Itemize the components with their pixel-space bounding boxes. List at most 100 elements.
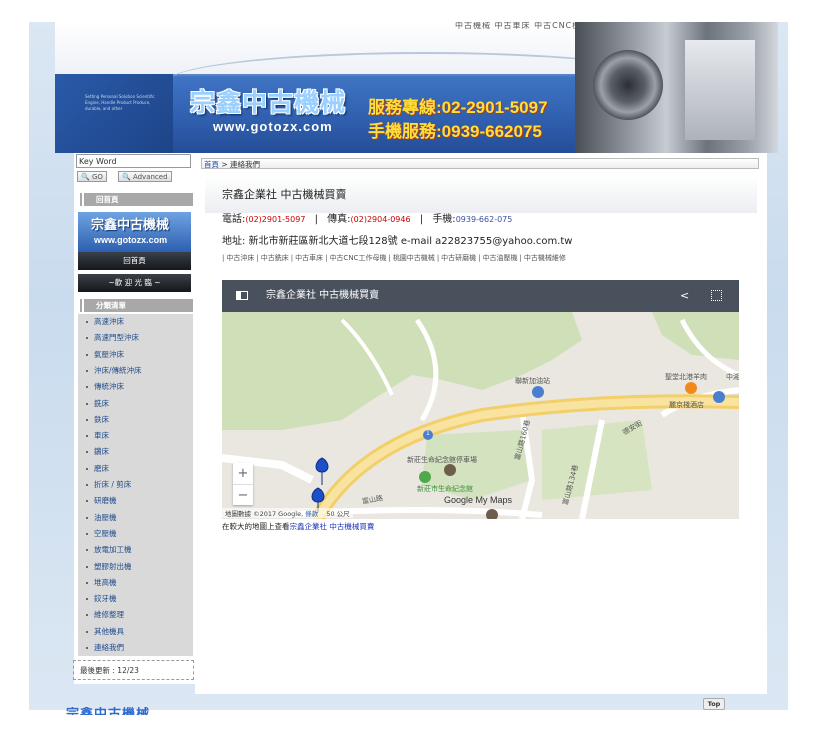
search-input[interactable] <box>76 154 191 168</box>
header-mobile: 手機服務:0939-662075 <box>368 122 542 141</box>
category-item[interactable]: 研磨機 <box>78 493 193 509</box>
category-item[interactable]: 維修整理 <box>78 607 193 623</box>
category-item[interactable]: 油壓機 <box>78 510 193 526</box>
category-item[interactable]: 放電加工機 <box>78 542 193 558</box>
tel-label: 電話: <box>222 214 246 225</box>
category-item[interactable]: 鑽床 <box>78 444 193 460</box>
contact-line: 電話:(02)2901-5097 | 傳真:(02)2904-0946 | 手機… <box>222 210 512 225</box>
map-title[interactable]: 宗鑫企業社 中古機械買賣 <box>266 280 379 312</box>
map-label-highway: 1 <box>426 430 430 437</box>
map-label-corner: 中湘 <box>726 373 739 381</box>
main-content: 首頁 > 連絡我們 宗鑫企業社 中古機械買賣 電話:(02)2901-5097 … <box>195 153 767 694</box>
zoom-out-button[interactable]: − <box>233 485 253 506</box>
keyword-link[interactable]: 中古油壓機 <box>483 254 518 262</box>
header-tiny-text: Setting Personal Solution Scientific Eng… <box>85 94 155 111</box>
footer-logo-peek: 宗鑫中古機械 <box>66 707 151 715</box>
link-separator: | <box>519 254 522 262</box>
header-machine-image <box>575 22 778 153</box>
go-button[interactable]: 🔍 GO <box>77 171 107 182</box>
last-update: 最後更新 : 12/23 <box>73 660 194 680</box>
link-separator: | <box>436 254 440 262</box>
address-line: 地址: 新北市新莊區新北大道七段128號 e-mail a22823755@ya… <box>222 236 573 247</box>
category-item[interactable]: 鉄床 <box>78 412 193 428</box>
link-separator: | <box>290 254 294 262</box>
footer-area <box>29 710 788 752</box>
map-label-hotel[interactable]: 麗京棧酒店 <box>669 400 704 410</box>
map-caption-prefix: 在較大的地圖上查看 <box>222 522 290 531</box>
fax-value: (02)2904-0946 <box>350 215 411 224</box>
category-list: 高速沖床 高速門型沖床 氣壓沖床 沖床/傳統沖床 傳統沖床 銑床 鉄床 車床 鑽床 磨床 折床 / … <box>78 314 193 656</box>
keyword-link[interactable]: 中古CNC工作母機 <box>329 254 386 262</box>
search-icon: 🔍 <box>81 173 90 181</box>
category-item[interactable]: 其他機具 <box>78 624 193 640</box>
map-label-gas-station[interactable]: 聯新加油站 <box>515 376 550 386</box>
link-separator: | <box>388 254 391 262</box>
map-terms-link[interactable]: 條款 <box>305 510 318 518</box>
advanced-button-label: Advanced <box>132 173 168 181</box>
map-title-bar: 宗鑫企業社 中古機械買賣 < <box>222 280 739 312</box>
category-item[interactable]: 高速門型沖床 <box>78 330 193 346</box>
link-separator: | <box>222 254 225 262</box>
map-zoom-control: + − <box>233 463 253 505</box>
category-item[interactable]: 銑床 <box>78 396 193 412</box>
keyword-links: | 中古沖床 | 中古銑床 | 中古車床 | 中古CNC工作母機 | 桃園中古機械 | 中古研磨機 | 中… <box>222 253 568 263</box>
back-to-top-button[interactable]: Top <box>703 698 725 710</box>
company-title: 宗鑫企業社 中古機械買賣 <box>222 188 347 201</box>
home-section-head: 回首頁 <box>78 193 193 206</box>
map-label-parking[interactable]: 新莊生命紀念館停車場 <box>407 455 477 465</box>
tel-value: (02)2901-5097 <box>245 215 306 224</box>
go-button-label: GO <box>91 173 103 181</box>
machine-flywheel <box>593 50 663 120</box>
keyword-link[interactable]: 中古銑床 <box>261 254 289 262</box>
embedded-map[interactable]: 宗鑫企業社 中古機械買賣 < 聯新加油站 聖堂北港羊肉 中湘 麗京棧酒店 新莊生… <box>222 280 739 519</box>
link-separator: | <box>325 254 328 262</box>
category-item[interactable]: 堆高機 <box>78 575 193 591</box>
map-label-memorial[interactable]: 新莊市生命紀念館 <box>417 484 473 494</box>
breadcrumb-home-link[interactable]: 首頁 <box>204 160 219 169</box>
welcome-banner: ~歡 迎 光 臨 ~ <box>78 274 191 292</box>
home-banner[interactable]: 宗鑫中古機械 www.gotozx.com <box>78 212 191 252</box>
category-item[interactable]: 沖床/傳統沖床 <box>78 363 193 379</box>
category-item[interactable]: 空壓機 <box>78 526 193 542</box>
category-item[interactable]: 折床 / 剪床 <box>78 477 193 493</box>
map-canvas[interactable] <box>222 280 739 519</box>
mobile-label: 手機: <box>432 214 456 225</box>
fax-label: 傳真: <box>327 214 351 225</box>
category-item[interactable]: 塑膠射出機 <box>78 559 193 575</box>
keyword-link[interactable]: 中古沖床 <box>226 254 254 262</box>
header-brand-logo: 宗鑫中古機械 <box>190 88 347 117</box>
separator: | <box>419 214 424 225</box>
home-link[interactable]: 回首頁 <box>78 252 191 270</box>
category-item[interactable]: 高速沖床 <box>78 314 193 330</box>
machine-body <box>685 40 755 140</box>
home-banner-url: www.gotozx.com <box>94 235 168 245</box>
keyword-link[interactable]: 中古車床 <box>295 254 323 262</box>
map-panel-icon[interactable] <box>236 291 248 300</box>
home-banner-title: 宗鑫中古機械 <box>91 218 170 233</box>
keyword-link[interactable]: 中古研磨機 <box>441 254 476 262</box>
fullscreen-icon[interactable] <box>711 290 722 301</box>
category-item[interactable]: 磨床 <box>78 461 193 477</box>
header-left-panel: Setting Personal Solution Scientific Eng… <box>55 74 173 153</box>
category-item[interactable]: 鉸牙機 <box>78 591 193 607</box>
separator: | <box>314 214 318 225</box>
map-caption-link[interactable]: 宗鑫企業社 中古機械買賣 <box>290 522 375 531</box>
share-icon[interactable]: < <box>680 280 689 312</box>
advanced-button[interactable]: 🔍 Advanced <box>118 171 172 182</box>
map-label-restaurant[interactable]: 聖堂北港羊肉 <box>665 372 707 382</box>
header-banner: Setting Personal Solution Scientific Eng… <box>55 22 778 153</box>
sidebar: 🔍 GO 🔍 Advanced 回首頁 宗鑫中古機械 www.gotozx.co… <box>73 153 195 684</box>
breadcrumb-current: > 連絡我們 <box>219 160 261 169</box>
category-item[interactable]: 車床 <box>78 428 193 444</box>
category-item[interactable]: 連絡我們 <box>78 640 193 656</box>
category-item[interactable]: 傳統沖床 <box>78 379 193 395</box>
zoom-in-button[interactable]: + <box>233 463 253 485</box>
map-scale: 50 公尺 <box>326 510 350 518</box>
link-separator: | <box>478 254 481 262</box>
keyword-link[interactable]: 中古機械維修 <box>524 254 566 262</box>
keyword-link[interactable]: 桃園中古機械 <box>393 254 435 262</box>
search-icon: 🔍 <box>122 173 131 181</box>
category-item[interactable]: 氣壓沖床 <box>78 347 193 363</box>
mobile-value: 0939-662-075 <box>455 215 513 224</box>
header-url: www.gotozx.com <box>213 119 333 134</box>
